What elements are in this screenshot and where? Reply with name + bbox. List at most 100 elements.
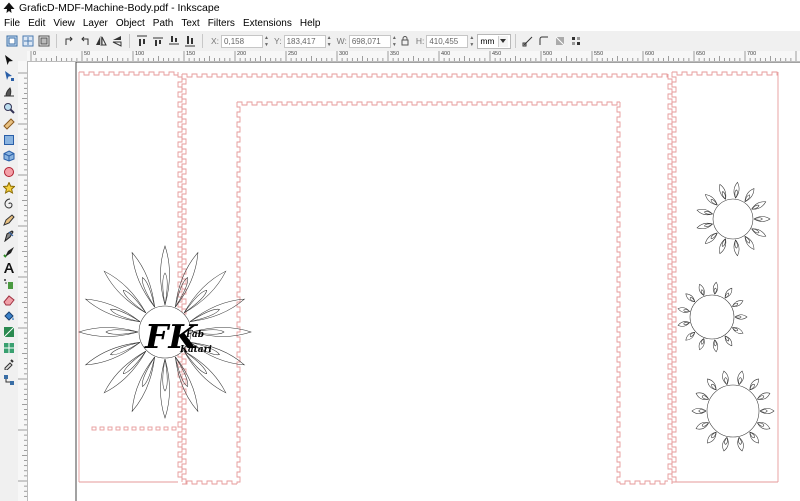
menu-extensions[interactable]: Extensions	[239, 18, 296, 29]
vertical-ruler[interactable]	[18, 61, 28, 501]
ruler-label: 450	[492, 51, 502, 57]
select-all-icon[interactable]	[5, 34, 19, 48]
scale-stroke-icon[interactable]	[521, 34, 535, 48]
center-arch-left	[236, 102, 241, 484]
mandala-petal-inner	[162, 272, 168, 306]
mandala-petal	[175, 356, 199, 413]
menu-object[interactable]: Object	[112, 18, 149, 29]
mandala-petal-inner	[183, 289, 208, 314]
chevron-down-icon	[497, 35, 508, 47]
x-spinner[interactable]: ▲ ▼	[264, 35, 270, 48]
drawing-canvas[interactable]: FK Fab Katari	[28, 62, 800, 501]
ruler-label: 400	[441, 51, 451, 57]
inkscape-logo-icon	[3, 2, 15, 13]
menu-view[interactable]: View	[49, 18, 79, 29]
slot-hole	[131, 426, 137, 431]
calligraphy-tool-icon[interactable]	[3, 246, 15, 258]
h-field[interactable]: 410,455	[426, 34, 469, 48]
select-all-layers-icon[interactable]	[21, 34, 35, 48]
mandala-petal-inner	[713, 339, 717, 347]
flip-vertical-icon[interactable]	[110, 34, 124, 48]
rectangle-tool-icon[interactable]	[3, 134, 15, 146]
gradient-tool-icon[interactable]	[3, 326, 15, 338]
mandala-petal-inner	[110, 342, 141, 356]
mandala-petal	[744, 188, 755, 202]
menu-layer[interactable]: Layer	[79, 18, 112, 29]
horizontal-ruler[interactable]: 0 50 100 150 200 250 300 350 400 450 500…	[27, 51, 800, 62]
y-spinner[interactable]: ▲ ▼	[327, 35, 333, 48]
star-tool-icon[interactable]	[3, 182, 15, 194]
mandala-petal	[160, 358, 170, 419]
ruler-label: 650	[696, 51, 706, 57]
mesh-tool-icon[interactable]	[3, 342, 15, 354]
flip-horizontal-icon[interactable]	[94, 34, 108, 48]
rotate-cw-icon[interactable]	[78, 34, 92, 48]
menu-text[interactable]: Text	[177, 18, 203, 29]
mandala-petal	[189, 298, 246, 322]
text-tool-icon[interactable]	[3, 262, 15, 274]
scale-corners-icon[interactable]	[537, 34, 551, 48]
unit-value: mm	[480, 36, 495, 46]
mandala-petal	[84, 342, 141, 366]
raise-to-top-icon[interactable]	[135, 34, 149, 48]
deselect-icon[interactable]	[37, 34, 51, 48]
mandala-center-circle	[706, 384, 760, 438]
ruler-label: 250	[288, 51, 298, 57]
ruler-label: 350	[390, 51, 400, 57]
mandala-flower	[696, 181, 771, 257]
3d-box-tool-icon[interactable]	[3, 150, 15, 162]
lock-ratio-icon[interactable]	[400, 35, 410, 47]
unit-select[interactable]: mm	[477, 33, 511, 49]
mandala-petal	[131, 251, 155, 308]
right-panel-left-edge	[671, 72, 677, 482]
menu-path[interactable]: Path	[149, 18, 178, 29]
y-label: Y:	[274, 36, 282, 46]
center-panel-bottom-right	[620, 480, 668, 485]
move-patterns-icon[interactable]	[569, 34, 583, 48]
measure-tool-icon[interactable]	[3, 118, 15, 130]
ellipse-tool-icon[interactable]	[3, 166, 15, 178]
mandala-petal	[183, 350, 227, 394]
pen-tool-icon[interactable]	[3, 230, 15, 242]
tweak-tool-icon[interactable]	[3, 86, 15, 98]
selector-tool-icon[interactable]	[3, 54, 15, 66]
node-tool-icon[interactable]	[3, 70, 15, 82]
mandala-petal	[175, 251, 199, 308]
mandala-petal-inner	[122, 350, 147, 375]
zoom-tool-icon[interactable]	[3, 102, 15, 114]
rotate-ccw-icon[interactable]	[62, 34, 76, 48]
raise-icon[interactable]	[151, 34, 165, 48]
paint-bucket-tool-icon[interactable]	[3, 310, 15, 322]
mandala-petal-inner	[122, 289, 147, 314]
slot-hole	[147, 426, 153, 431]
x-field[interactable]: 0,158	[221, 34, 264, 48]
pencil-tool-icon[interactable]	[3, 214, 15, 226]
tool-controls-bar: X: 0,158 ▲ ▼ Y: 183,417 ▲ ▼ W: 698,071 ▲ ▼ …	[0, 31, 800, 52]
w-spinner[interactable]: ▲ ▼	[392, 35, 398, 48]
mandala-flower	[691, 370, 775, 452]
connector-tool-icon[interactable]	[3, 374, 15, 386]
menu-file[interactable]: File	[0, 18, 24, 29]
right-panel-top-edge	[672, 71, 778, 76]
ruler-label: 200	[237, 51, 247, 57]
h-label: H:	[415, 36, 425, 46]
left-panel-right-edge	[177, 72, 183, 482]
mandala-petal	[103, 270, 147, 314]
menu-help[interactable]: Help	[296, 18, 325, 29]
move-gradients-icon[interactable]	[553, 34, 567, 48]
dropper-tool-icon[interactable]	[3, 358, 15, 370]
slot-hole	[107, 426, 113, 431]
y-field[interactable]: 183,417	[283, 34, 326, 48]
eraser-tool-icon[interactable]	[3, 294, 15, 306]
mandala-petal-inner	[141, 356, 155, 387]
lower-to-bottom-icon[interactable]	[183, 34, 197, 48]
lower-icon[interactable]	[167, 34, 181, 48]
mandala-flower	[677, 281, 748, 353]
w-field[interactable]: 698,071	[348, 34, 391, 48]
spray-tool-icon[interactable]	[3, 278, 15, 290]
menu-edit[interactable]: Edit	[24, 18, 49, 29]
h-spinner[interactable]: ▲ ▼	[469, 35, 475, 48]
menu-filters[interactable]: Filters	[204, 18, 239, 29]
spiral-tool-icon[interactable]	[3, 198, 15, 210]
toolbox	[0, 51, 18, 501]
